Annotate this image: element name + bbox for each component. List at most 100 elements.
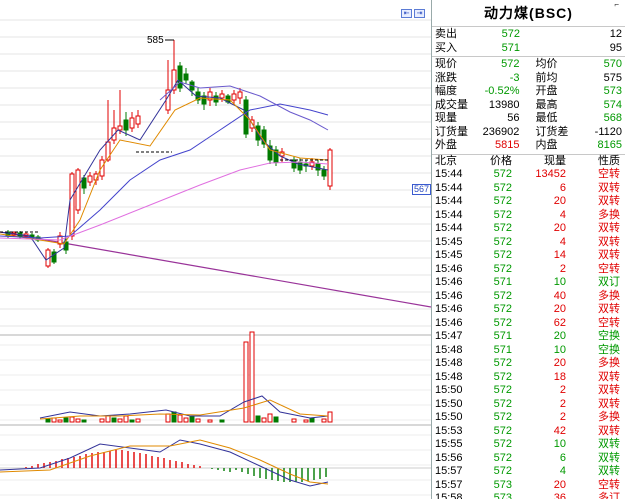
candle-body [129,117,135,129]
candle-body [177,65,183,89]
trade-nature: 双转 [598,451,620,464]
trade-row[interactable]: 15:55 572 10 双转 [432,438,625,452]
stat-row: 订货量 236902 订货差 -1120 [432,126,625,140]
trade-time: 15:46 [435,289,463,302]
trade-time: 15:58 [435,492,463,499]
trade-nature: 空转 [598,316,620,329]
volume-bar [111,417,117,423]
volume-bar [189,416,195,423]
header-nature: 性质 [598,154,620,167]
volume-bar [51,417,57,423]
trade-row[interactable]: 15:50 572 2 双转 [432,384,625,398]
trade-row[interactable]: 15:44 572 6 双转 [432,182,625,196]
trade-time: 15:56 [435,451,463,464]
trade-nature: 双订 [598,276,620,288]
trade-qty: 2 [559,262,566,275]
trade-row[interactable]: 15:46 572 62 空转 [432,317,625,331]
trade-row[interactable]: 15:48 572 20 多换 [432,357,625,371]
zoom-out-button[interactable]: ⇤ [401,9,412,18]
kline-chart[interactable]: 585 [0,0,431,499]
candle-body [135,115,141,125]
trade-qty: 14 [553,249,566,261]
candle-body [117,125,123,131]
trade-row[interactable]: 15:56 572 6 双转 [432,452,625,466]
trade-row[interactable]: 15:44 572 13452 空转 [432,168,625,182]
trade-price: 572 [493,303,512,315]
trade-qty: 20 [553,222,566,234]
volume-bar [195,418,201,423]
trade-row[interactable]: 15:57 572 4 双转 [432,465,625,479]
volume-bar [249,331,255,423]
trade-row[interactable]: 15:44 572 4 多换 [432,209,625,223]
trade-row[interactable]: 15:45 572 4 双转 [432,236,625,250]
trade-row[interactable]: 15:57 573 20 空转 [432,479,625,493]
trade-nature: 双转 [598,465,620,477]
volume-bar [243,341,249,423]
bid-ask-label: 买入 [435,41,457,54]
volume-bar [309,417,315,423]
trade-price: 572 [493,222,512,234]
trade-row[interactable]: 15:50 572 2 多换 [432,411,625,425]
trade-row[interactable]: 15:58 573 36 多订 [432,492,625,499]
trade-price: 572 [493,262,512,275]
trade-price: 572 [493,438,512,450]
trade-row[interactable]: 15:50 572 2 双转 [432,398,625,412]
trade-row[interactable]: 15:46 572 20 双转 [432,303,625,317]
trade-time: 15:50 [435,397,463,410]
bid-ask-qty: 95 [609,41,622,54]
trade-nature: 双转 [598,384,620,396]
bid-ask-qty: 12 [609,28,622,40]
stat-label: 涨跌 [435,71,457,84]
trades-block[interactable]: 北京 价格 现量 性质 15:44 572 13452 空转 15:44 572 6 双转 15:44 5… [432,155,625,499]
trade-time: 15:46 [435,316,463,329]
trade-row[interactable]: 15:48 571 10 空换 [432,344,625,358]
trade-row[interactable]: 15:44 572 20 双转 [432,222,625,236]
zoom-in-button[interactable]: ⇥ [414,9,425,18]
trade-price: 572 [493,397,512,410]
trade-qty: 13452 [535,168,566,180]
trade-row[interactable]: 15:44 572 20 双转 [432,195,625,209]
volume-bar [45,418,51,423]
stat-value: 570 [603,58,622,70]
trade-row[interactable]: 15:48 572 18 双转 [432,371,625,385]
volume-bar [327,411,333,423]
trade-time: 15:45 [435,249,463,261]
candle-body [99,159,105,177]
volume-bar [117,418,123,423]
header-time: 北京 [435,154,457,167]
chart-area[interactable]: 585 ⇤ ⇥ 567 [0,0,431,499]
stat-label: 外盘 [435,139,457,151]
stat-value: 574 [603,98,622,111]
ma-line-1 [0,79,329,261]
trade-qty: 2 [559,384,566,396]
trade-nature: 双转 [598,438,620,450]
stat-label: 现量 [435,112,457,124]
volume-bar [267,413,273,423]
trade-price: 572 [493,235,512,248]
volume-bar [261,417,267,423]
corner-icon: ⌐ [614,0,619,9]
candle-body [87,175,93,183]
stat-value: -0.52% [484,85,520,97]
stat-value: 568 [603,112,622,124]
volume-bar [81,419,87,423]
trade-row[interactable]: 15:47 571 20 空换 [432,330,625,344]
chart-controls: ⇤ ⇥ [401,9,425,18]
candle-body [231,93,237,101]
trade-row[interactable]: 15:46 572 40 多换 [432,290,625,304]
trade-qty: 10 [553,276,566,288]
trade-price: 572 [493,384,512,396]
candle-body [327,149,333,187]
bid-ask-block: 卖出 572 12 买入 571 95 [432,27,625,57]
trade-row[interactable]: 15:46 571 10 双订 [432,276,625,290]
trade-time: 15:44 [435,195,463,207]
volume-bar [177,414,183,423]
high-price-label: 585 [147,35,164,46]
trade-time: 15:57 [435,465,463,477]
trade-nature: 空转 [598,168,620,180]
header-qty: 现量 [544,154,566,167]
trade-row[interactable]: 15:45 572 14 双转 [432,249,625,263]
trade-row[interactable]: 15:46 572 2 空转 [432,263,625,277]
trade-row[interactable]: 15:53 572 42 双转 [432,425,625,439]
trade-qty: 20 [553,478,566,491]
